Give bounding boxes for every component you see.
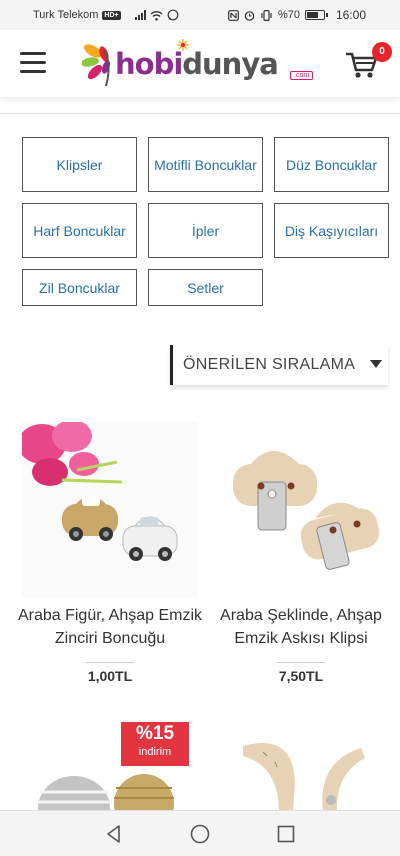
product-card[interactable]: [213, 722, 389, 810]
signal-icon: [134, 10, 146, 20]
product-name: Araba Şeklinde, Ahşap Emzik Askısı Klips…: [220, 607, 382, 647]
product-price: 1,00TL: [87, 668, 133, 684]
home-icon: [190, 824, 210, 844]
category-zil-boncuklar[interactable]: Zil Boncuklar: [22, 269, 137, 306]
whatsapp-icon: [167, 9, 179, 21]
discount-percent: %15: [135, 723, 175, 744]
discount-label: indirim: [138, 746, 172, 758]
price-separator: [86, 662, 134, 663]
category-duz-boncuklar[interactable]: Düz Boncuklar: [274, 137, 389, 192]
site-header: hobidunya .com 0: [0, 30, 400, 97]
battery-level: [306, 12, 319, 18]
product-image: [213, 422, 389, 597]
category-ipler[interactable]: İpler: [148, 203, 263, 258]
cart-count-badge: 0: [372, 42, 392, 62]
carrier-name: Turk Telekom: [33, 9, 99, 21]
logo-text: hobidunya: [115, 47, 279, 81]
status-right: %70 16:00: [228, 8, 366, 22]
logo-text-hobi: hobi: [115, 47, 183, 81]
back-button[interactable]: [103, 823, 125, 845]
logo-text-dunya: dunya: [182, 47, 279, 81]
vibrate-icon: [261, 9, 272, 21]
sort-label: ÖNERİLEN SIRALAMA: [183, 356, 356, 373]
category-harf-boncuklar[interactable]: Harf Boncuklar: [22, 203, 137, 258]
sort-dropdown[interactable]: ÖNERİLEN SIRALAMA: [170, 345, 388, 385]
recents-button[interactable]: [275, 823, 297, 845]
category-klipsler[interactable]: Klipsler: [22, 137, 137, 192]
cart-button[interactable]: 0: [345, 42, 392, 86]
product-image: [213, 722, 389, 810]
menu-icon: [20, 52, 47, 73]
clock: 16:00: [335, 8, 366, 22]
product-price: 7,50TL: [278, 668, 324, 684]
back-icon: [107, 825, 120, 843]
product-name: Araba Figür, Ahşap Emzik Zinciri Boncuğu: [17, 607, 203, 647]
product-image: [22, 422, 198, 597]
system-nav-bar: [0, 810, 400, 856]
menu-button[interactable]: [20, 52, 47, 74]
recents-icon: [277, 825, 295, 843]
price-separator: [277, 662, 325, 663]
status-bar: Turk Telekom HD+ %70 16:00: [0, 0, 400, 30]
home-button[interactable]: [189, 823, 211, 845]
hd-badge: HD+: [102, 10, 121, 20]
wifi-icon: [150, 10, 163, 21]
chevron-down-icon: [370, 360, 382, 368]
battery-icon: [304, 10, 328, 20]
nfc-icon: [228, 9, 239, 21]
header-divider: [0, 113, 400, 114]
category-motifli-boncuklar[interactable]: Motifli Boncuklar: [148, 137, 263, 192]
status-left: Turk Telekom HD+: [33, 9, 179, 21]
site-logo[interactable]: hobidunya .com: [82, 38, 322, 90]
category-dis-kasiyicilari[interactable]: Diş Kaşıyıcıları: [274, 203, 389, 258]
battery-percent: %70: [277, 9, 300, 21]
logo-domain: .com: [290, 71, 314, 80]
discount-badge: %15 indirim: [121, 722, 189, 766]
alarm-icon: [244, 10, 255, 21]
category-setler[interactable]: Setler: [148, 269, 263, 306]
